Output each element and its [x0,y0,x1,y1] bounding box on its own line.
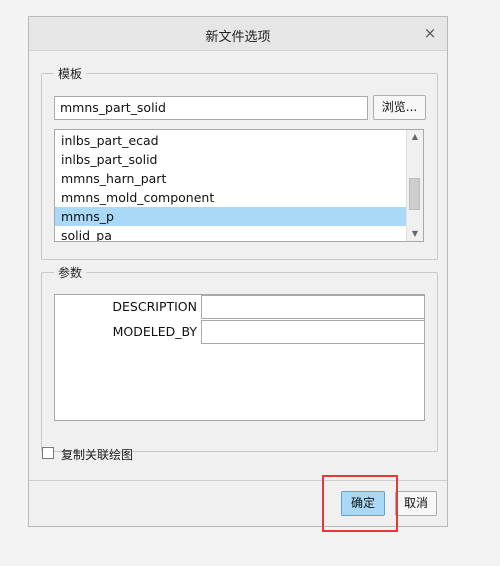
template-input[interactable]: mmns_part_solid [54,96,368,120]
parameters-group-label: 参数 [54,264,87,281]
copy-drawing-checkbox[interactable] [42,447,54,459]
highlight-box [322,475,398,532]
template-list[interactable]: inlbs_part_ecad inlbs_part_solid mmns_ha… [54,129,424,242]
scrollbar-thumb[interactable] [409,178,420,210]
copy-drawing-label[interactable]: 复制关联绘图 [61,446,133,463]
parameters-group: 参数 DESCRIPTION MODELED_BY [41,264,438,452]
modeled-by-field[interactable] [201,320,425,344]
template-list-scrollbar[interactable]: ▲ ▼ [406,130,423,241]
list-item[interactable]: inlbs_part_ecad [55,131,406,150]
browse-button[interactable]: 浏览... [373,95,426,120]
list-item[interactable]: mmns_mold_component [55,188,406,207]
cancel-button[interactable]: 取消 [395,491,437,516]
list-item-selected[interactable]: mmns_p [55,207,406,226]
list-item[interactable]: mmns_harn_part [55,169,406,188]
template-group: 模板 mmns_part_solid 浏览... inlbs_part_ecad… [41,65,438,260]
parameter-name: DESCRIPTION [112,299,197,314]
list-item[interactable]: inlbs_part_solid [55,150,406,169]
parameters-table: DESCRIPTION MODELED_BY [54,294,425,421]
chevron-up-icon[interactable]: ▲ [407,130,423,144]
template-group-label: 模板 [54,65,87,82]
parameter-name: MODELED_BY [112,324,197,339]
dialog-titlebar: 新文件选项 × [29,17,447,51]
chevron-down-icon[interactable]: ▼ [407,227,423,241]
list-item[interactable]: solid_pa [55,226,406,241]
dialog-title: 新文件选项 [205,30,271,45]
description-field[interactable] [201,295,425,319]
new-file-options-dialog: 新文件选项 × 模板 mmns_part_solid 浏览... inlbs_p… [28,16,448,527]
close-icon[interactable]: × [421,24,439,42]
